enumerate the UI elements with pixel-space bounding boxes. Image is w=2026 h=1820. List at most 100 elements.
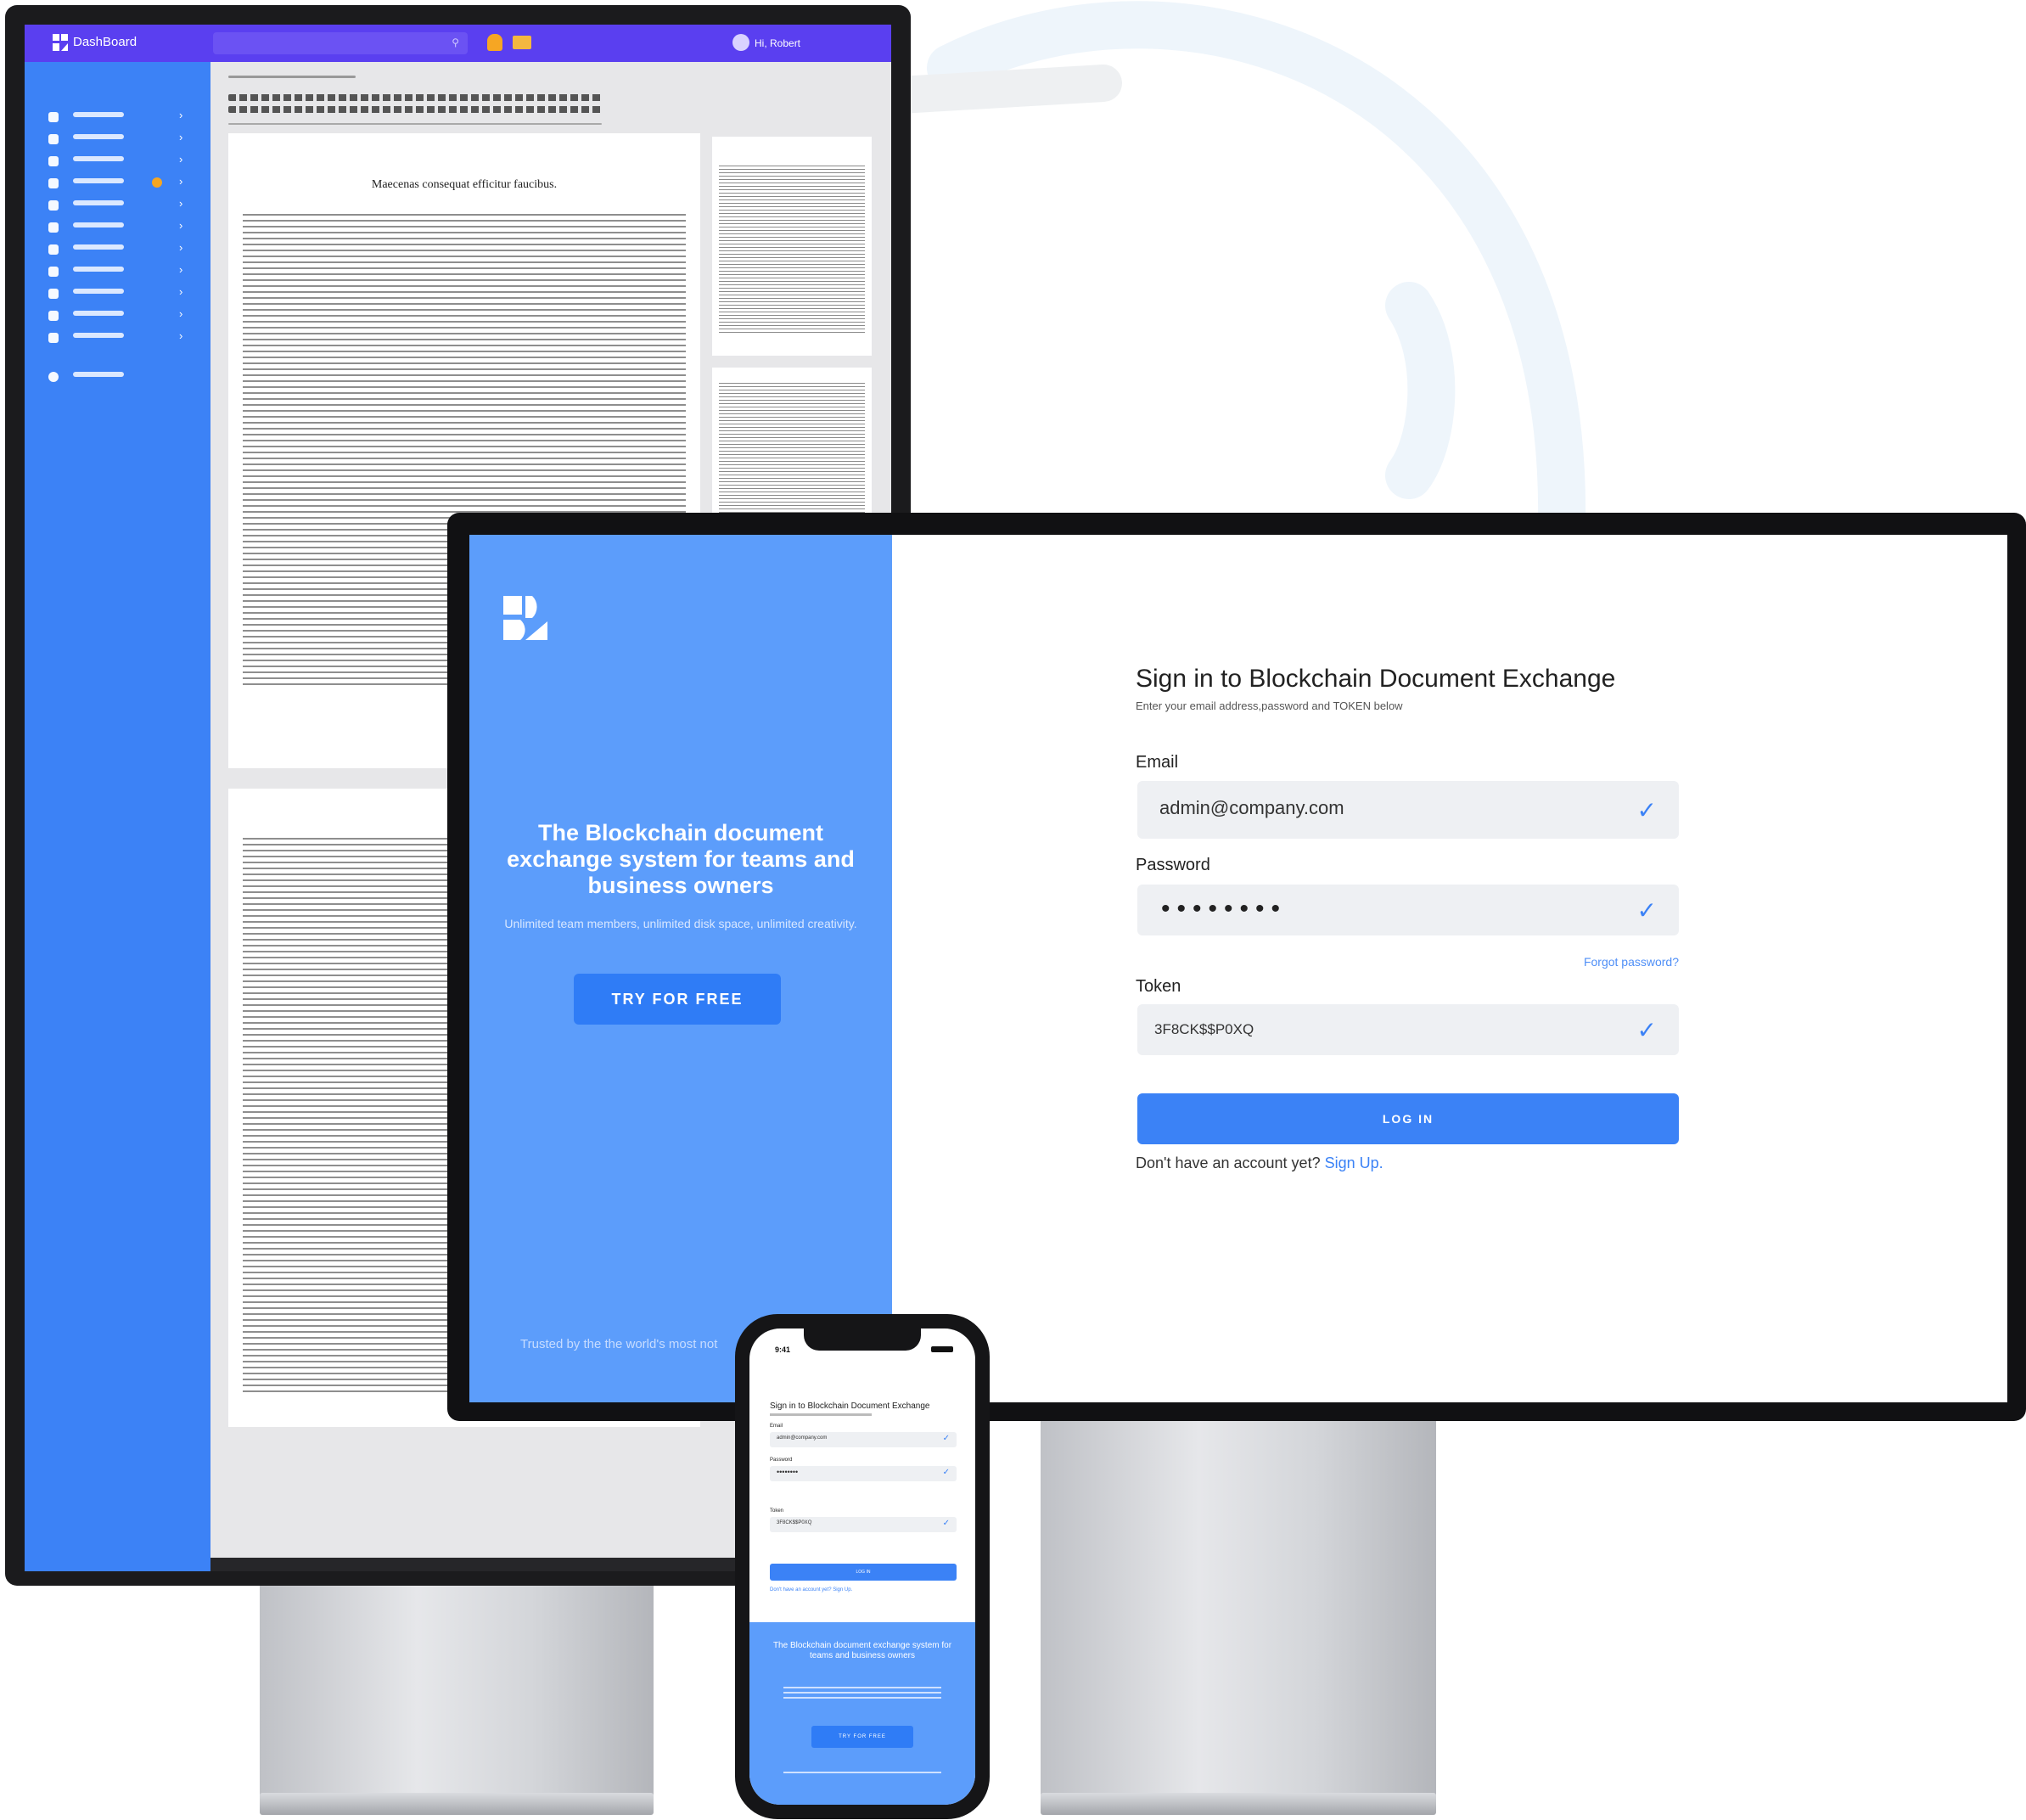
sidebar-item-table[interactable]: ›: [25, 150, 210, 172]
forgot-password-link[interactable]: Forgot password?: [1584, 955, 1679, 969]
phone-signup-prompt: Don't have an account yet? Sign Up.: [770, 1587, 853, 1592]
mail-icon: [48, 289, 59, 299]
phone-password-value: ••••••••: [777, 1468, 799, 1476]
mail-icon[interactable]: [513, 36, 531, 49]
signin-screen: The Blockchain document exchange system …: [469, 535, 2007, 1402]
login-button[interactable]: LOG IN: [1137, 1093, 1679, 1144]
password-field[interactable]: •••••••• ✓: [1137, 885, 1679, 935]
page-thumbnail[interactable]: [712, 137, 872, 356]
right-monitor: The Blockchain document exchange system …: [447, 513, 2026, 1421]
trophy-icon: [48, 311, 59, 321]
left-monitor-foot: [260, 1793, 654, 1815]
star-icon: [48, 222, 59, 233]
chevron-right-icon: ›: [179, 131, 183, 143]
dashboard-search-input[interactable]: ⚲: [213, 32, 468, 54]
phone-device: 9:41 Sign in to Blockchain Document Exch…: [735, 1314, 990, 1819]
gear-icon: [48, 200, 59, 211]
chart-icon: [48, 134, 59, 144]
sidebar-item-charts[interactable]: ›: [25, 128, 210, 150]
hero-panel: The Blockchain document exchange system …: [469, 535, 892, 1402]
check-icon: ✓: [1636, 897, 1657, 924]
phone-try-for-free-button[interactable]: TRY FOR FREE: [811, 1726, 913, 1748]
check-icon: ✓: [942, 1468, 950, 1477]
sidebar-item-logout[interactable]: ›: [25, 327, 210, 349]
brand-logo-icon: [503, 596, 547, 640]
phone-token-field[interactable]: 3F8CK$$P0XQ ✓: [770, 1517, 957, 1532]
battery-icon: [931, 1346, 953, 1352]
phone-signup-link[interactable]: Sign Up.: [833, 1587, 852, 1592]
page-thumbnail[interactable]: [712, 368, 872, 537]
sidebar-item-links[interactable]: ›: [25, 239, 210, 261]
signup-prompt: Don't have an account yet? Sign Up.: [1136, 1154, 1383, 1171]
trusted-by-text: Trusted by the the world's most not: [520, 1337, 718, 1351]
signin-subtitle: Enter your email address,password and TO…: [1136, 699, 1403, 712]
chevron-right-icon: ›: [179, 307, 183, 320]
phone-login-button[interactable]: LOG IN: [770, 1564, 957, 1581]
phone-trusted-by-text: [783, 1772, 941, 1773]
try-for-free-button[interactable]: TRY FOR FREE: [574, 974, 781, 1025]
share-icon: [48, 267, 59, 277]
email-label: Email: [1136, 753, 1179, 772]
check-icon: ✓: [1636, 797, 1657, 823]
search-icon[interactable]: ⚲: [452, 37, 459, 48]
status-time: 9:41: [775, 1345, 791, 1354]
dashboard-topbar: DashBoard ⚲ Hi, Robert: [25, 25, 891, 62]
phone-hero-title: The Blockchain document exchange system …: [772, 1641, 952, 1660]
signin-title: Sign in to Blockchain Document Exchange: [1136, 665, 1616, 693]
dashboard-sidebar: › › › › › › › › › › ›: [25, 62, 210, 1571]
sidebar-item-settings[interactable]: ›: [25, 194, 210, 216]
right-monitor-stand: [1041, 1421, 1436, 1796]
user-greeting[interactable]: Hi, Robert: [755, 37, 800, 49]
phone-signin-title: Sign in to Blockchain Document Exchange: [770, 1402, 930, 1411]
sidebar-item-achievement[interactable]: ›: [25, 305, 210, 327]
sidebar-item-comments[interactable]: ›: [25, 172, 210, 194]
chevron-right-icon: ›: [179, 285, 183, 298]
phone-password-label: Password: [770, 1458, 793, 1463]
user-avatar[interactable]: [732, 34, 749, 51]
sidebar-item-social[interactable]: ›: [25, 261, 210, 283]
phone-signin-subtitle: [770, 1413, 872, 1416]
dashboard-title: DashBoard: [73, 35, 137, 49]
document-title: Maecenas consequat efficitur faucibus.: [371, 178, 558, 191]
chevron-right-icon: ›: [179, 175, 183, 188]
left-monitor-stand: [260, 1586, 654, 1796]
phone-screen: 9:41 Sign in to Blockchain Document Exch…: [749, 1328, 975, 1805]
signin-form: Sign in to Blockchain Document Exchange …: [1136, 535, 1679, 1384]
phone-email-field[interactable]: admin@company.com ✓: [770, 1432, 957, 1447]
sidebar-collapse-toggle[interactable]: [25, 366, 210, 388]
comment-icon: [48, 178, 59, 188]
chevron-right-icon: ›: [179, 219, 183, 232]
check-icon: ✓: [1636, 1017, 1657, 1043]
password-label: Password: [1136, 856, 1210, 874]
phone-password-field[interactable]: •••••••• ✓: [770, 1466, 957, 1481]
app-logo-icon: [53, 34, 68, 51]
token-field[interactable]: 3F8CK$$P0XQ ✓: [1137, 1004, 1679, 1055]
email-field[interactable]: admin@company.com ✓: [1137, 781, 1679, 839]
chevron-right-icon: ›: [179, 109, 183, 121]
hero-title: The Blockchain document exchange system …: [507, 820, 855, 898]
chevron-right-icon: ›: [179, 263, 183, 276]
logout-icon: [48, 333, 59, 343]
collapse-icon: [48, 372, 59, 382]
phone-email-label: Email: [770, 1424, 783, 1429]
phone-token-value: 3F8CK$$P0XQ: [777, 1520, 812, 1525]
sidebar-item-mail[interactable]: ›: [25, 283, 210, 305]
check-icon: ✓: [942, 1519, 950, 1528]
token-value: 3F8CK$$P0XQ: [1154, 1021, 1254, 1037]
table-icon: [48, 156, 59, 166]
sidebar-item-feedback[interactable]: ›: [25, 216, 210, 239]
notification-badge: [152, 177, 162, 188]
phone-hero-panel: The Blockchain document exchange system …: [749, 1622, 975, 1805]
link-icon: [48, 244, 59, 255]
signup-link[interactable]: Sign Up.: [1325, 1154, 1383, 1171]
phone-hero-subtitle: [783, 1687, 941, 1699]
phone-notch: [804, 1328, 921, 1351]
password-value: ••••••••: [1161, 895, 1288, 923]
token-label: Token: [1136, 977, 1181, 996]
chevron-right-icon: ›: [179, 241, 183, 254]
chevron-right-icon: ›: [179, 197, 183, 210]
chevron-right-icon: ›: [179, 329, 183, 342]
notification-bell-icon[interactable]: [487, 34, 502, 51]
phone-email-value: admin@company.com: [777, 1435, 828, 1441]
sidebar-item-dashboard[interactable]: ›: [25, 106, 210, 128]
